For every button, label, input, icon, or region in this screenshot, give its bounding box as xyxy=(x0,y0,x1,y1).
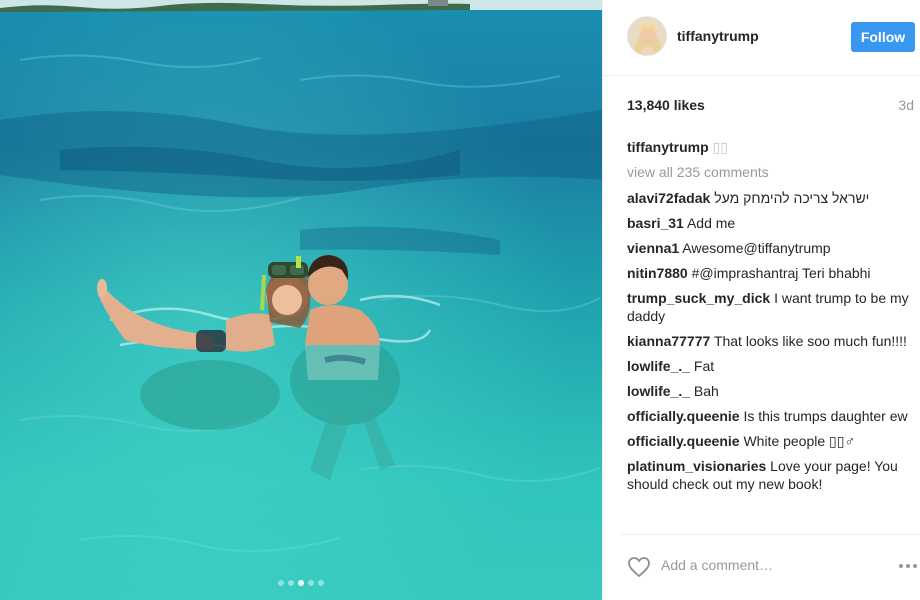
comment-username[interactable]: officially.queenie xyxy=(627,408,740,424)
caption-text: ▯▯ xyxy=(712,139,728,155)
carousel-indicator[interactable] xyxy=(0,580,602,586)
add-comment-input[interactable] xyxy=(661,557,861,573)
comment-text: Awesome@tiffanytrump xyxy=(682,240,831,256)
likes-count[interactable]: 13,840 likes xyxy=(627,97,705,113)
comment-username[interactable]: kianna77777 xyxy=(627,333,710,349)
comment: lowlife_._ Fat xyxy=(627,357,915,375)
comment: lowlife_._ Bah xyxy=(627,382,915,400)
comment-username[interactable]: trump_suck_my_dick xyxy=(627,290,770,306)
comment-text: ישראל צריכה להימחק מעל xyxy=(714,190,870,206)
follow-button[interactable]: Follow xyxy=(851,22,915,52)
header-username[interactable]: tiffanytrump xyxy=(677,28,759,44)
comment-username[interactable]: platinum_visionaries xyxy=(627,458,766,474)
comments-list: tiffanytrump ▯▯ view all 235 comments al… xyxy=(627,133,915,493)
carousel-dot-active[interactable] xyxy=(298,580,304,586)
heart-icon[interactable] xyxy=(627,556,651,583)
post-side-panel: tiffanytrump Follow 13,840 likes 3d tiff… xyxy=(602,0,920,600)
comment: platinum_visionaries Love your page! You… xyxy=(627,457,915,493)
carousel-dot[interactable] xyxy=(278,580,284,586)
carousel-dot[interactable] xyxy=(318,580,324,586)
comment-composer xyxy=(621,534,920,600)
view-all-comments-link[interactable]: view all 235 comments xyxy=(627,162,915,182)
comment: basri_31 Add me xyxy=(627,214,915,232)
carousel-dot[interactable] xyxy=(288,580,294,586)
comment-username[interactable]: lowlife_._ xyxy=(627,358,690,374)
carousel-dot[interactable] xyxy=(308,580,314,586)
comment-text: Add me xyxy=(686,215,736,231)
post-age[interactable]: 3d xyxy=(898,97,914,113)
comment-username[interactable]: alavi72fadak xyxy=(627,190,710,206)
comment: nitin7880 #@imprashantraj Teri bhabhi xyxy=(627,264,915,282)
avatar[interactable] xyxy=(627,16,667,56)
comment-username[interactable]: basri_31 xyxy=(627,215,684,231)
comment-text: Is this trumps daughter ew xyxy=(743,408,908,424)
snorkeling-photo xyxy=(0,0,602,600)
avatar-image xyxy=(628,17,666,55)
comment-username[interactable]: officially.queenie xyxy=(627,433,740,449)
comment-text: #@imprashantraj Teri bhabhi xyxy=(691,265,871,281)
post-photo[interactable] xyxy=(0,0,602,600)
post-header: tiffanytrump Follow xyxy=(603,0,920,76)
comment: officially.queenie Is this trumps daught… xyxy=(627,407,915,425)
comment: alavi72fadak ישראל צריכה להימחק מעל xyxy=(627,189,915,207)
caption: tiffanytrump ▯▯ xyxy=(627,137,915,157)
more-options-icon[interactable] xyxy=(899,564,917,568)
comment: vienna1 Awesome@tiffanytrump xyxy=(627,239,915,257)
comment: officially.queenie White people ▯▯♂ xyxy=(627,432,915,450)
comment-text: That looks like soo much fun!!!! xyxy=(713,333,907,349)
comment: trump_suck_my_dick I want trump to be my… xyxy=(627,289,915,325)
comment-text: Fat xyxy=(693,358,715,374)
comment-username[interactable]: lowlife_._ xyxy=(627,383,690,399)
comment-text: White people ▯▯♂ xyxy=(743,433,855,449)
comment: kianna77777 That looks like soo much fun… xyxy=(627,332,915,350)
caption-username[interactable]: tiffanytrump xyxy=(627,139,709,155)
comment-username[interactable]: vienna1 xyxy=(627,240,679,256)
comment-username[interactable]: nitin7880 xyxy=(627,265,688,281)
comment-text: Bah xyxy=(693,383,719,399)
